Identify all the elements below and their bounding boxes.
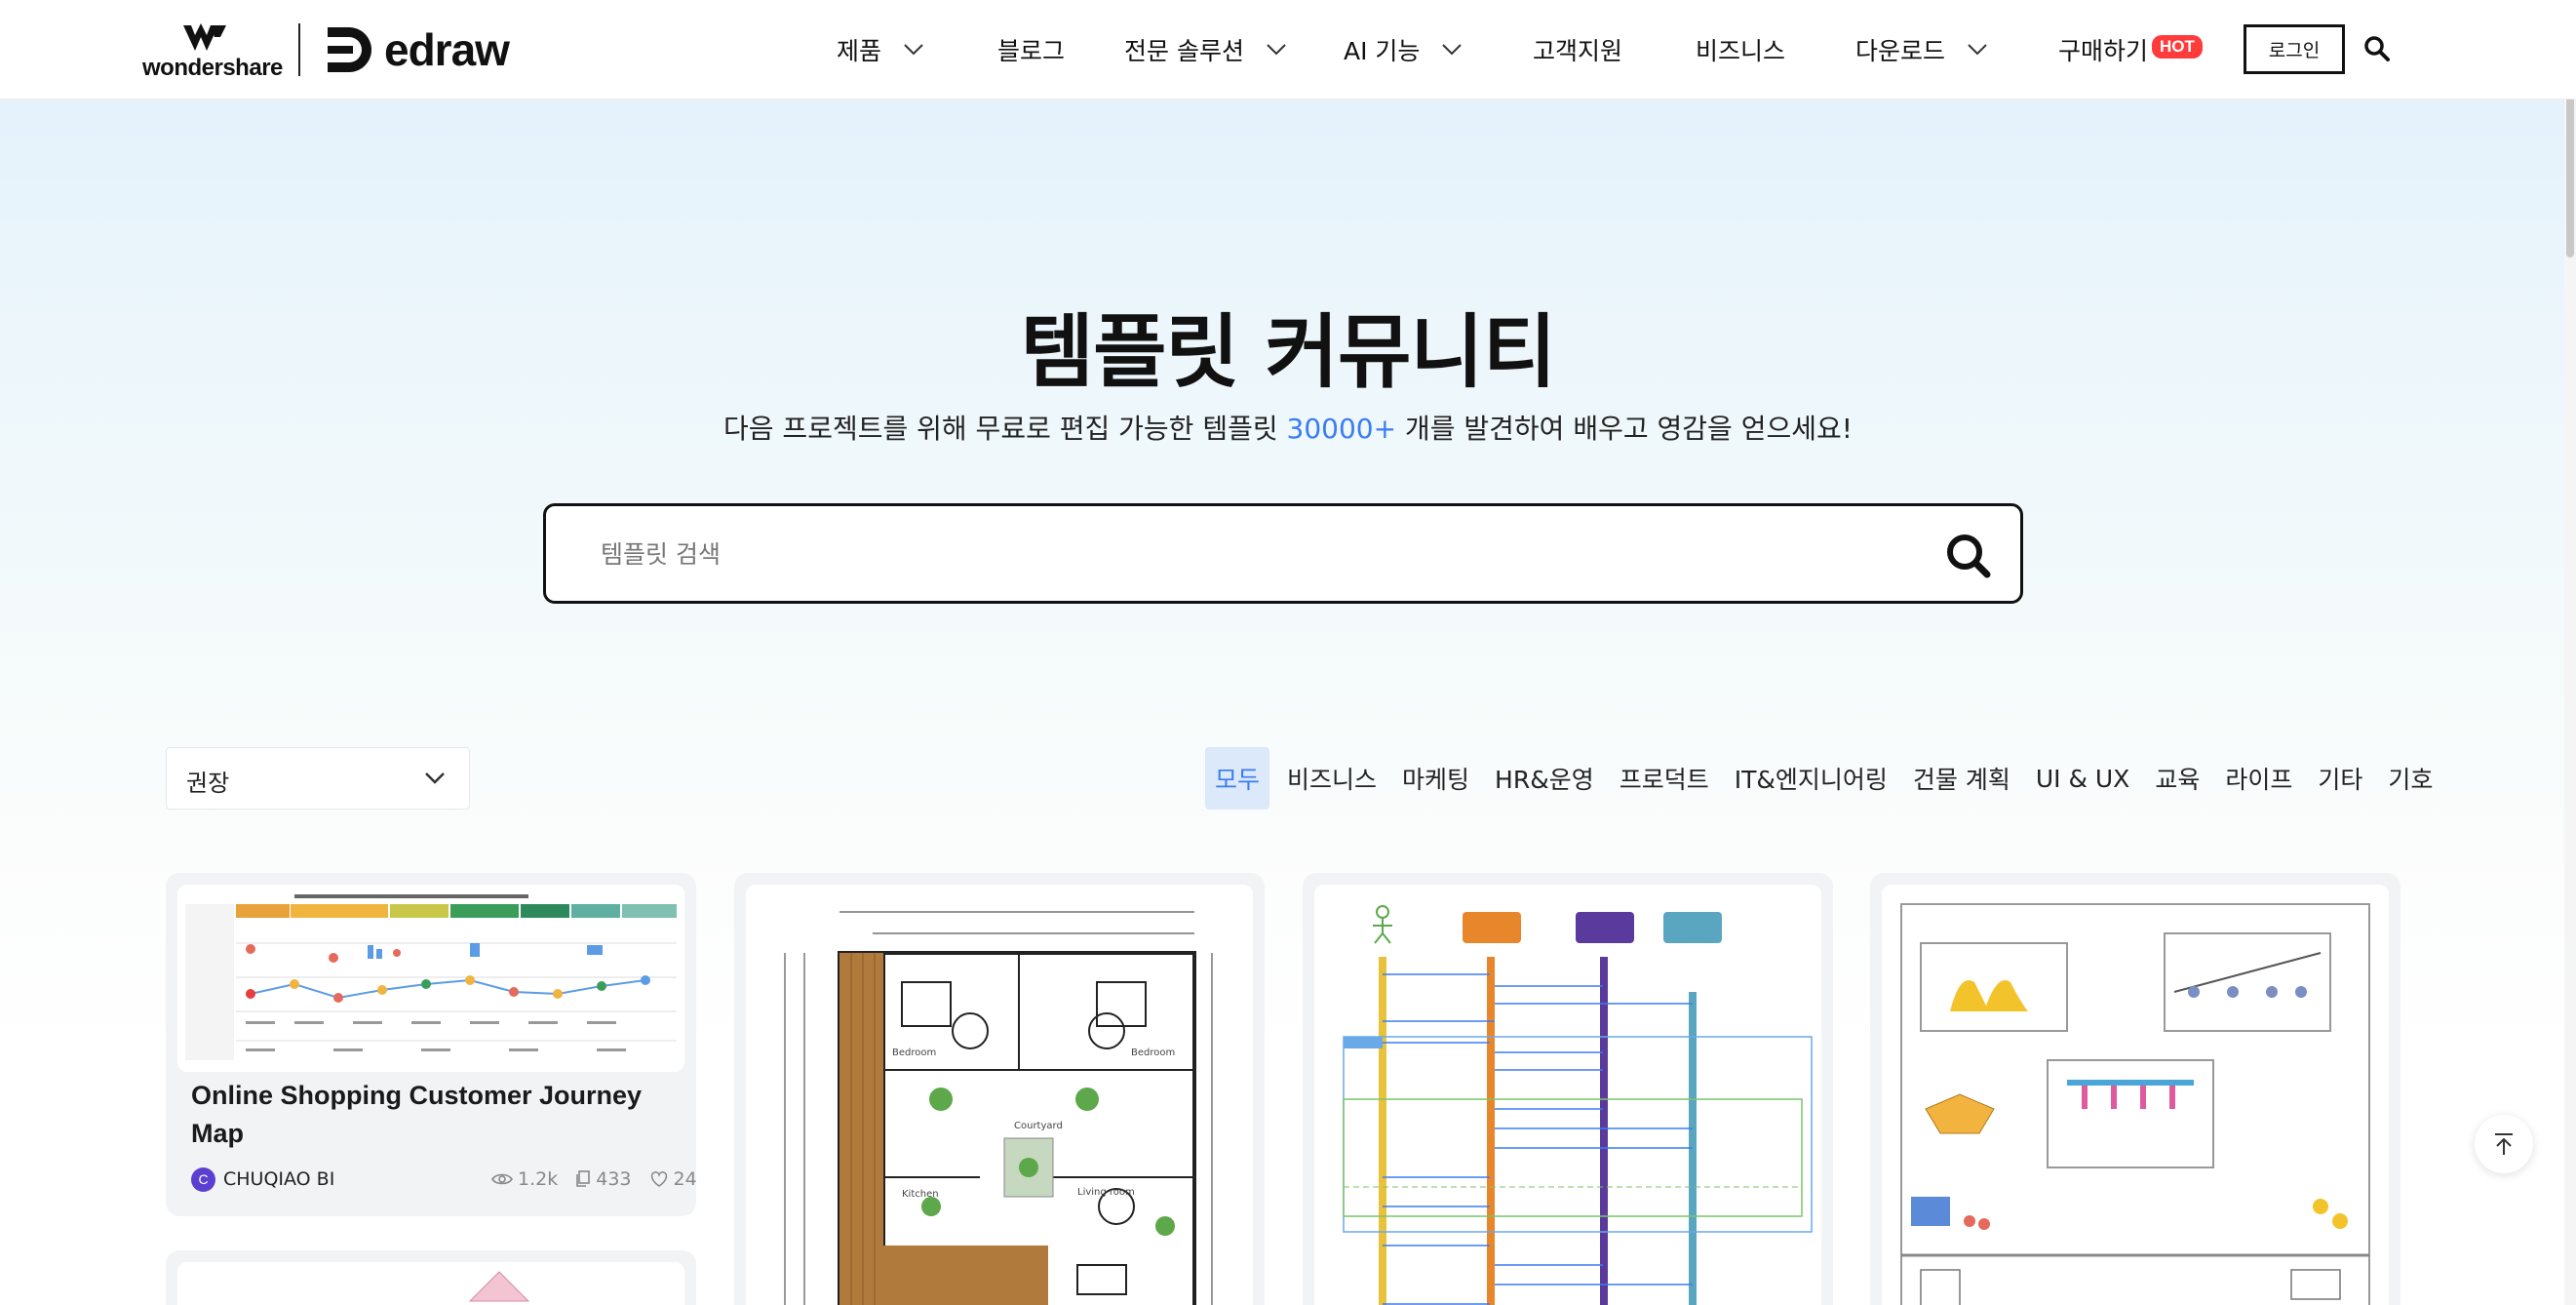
back-to-top-button[interactable] xyxy=(2475,1115,2533,1173)
template-thumbnail xyxy=(177,885,684,1072)
nav-label: AI 기능 xyxy=(1344,37,1421,65)
page-title: 템플릿 커뮤니티 xyxy=(1020,306,1557,399)
avatar: C xyxy=(191,1167,215,1192)
tab-hr-ops[interactable]: HR&운영 xyxy=(1487,751,1602,806)
subtitle-text: 다음 프로젝트를 위해 무료로 편집 가능한 템플릿 xyxy=(723,413,1287,445)
nav-label: 비즈니스 xyxy=(1696,37,1786,65)
sort-selected-value: 권장 xyxy=(186,770,230,797)
nav-support[interactable]: 고객지원 xyxy=(1533,31,1622,68)
arrow-up-icon xyxy=(2495,1133,2513,1155)
playground-plan-preview xyxy=(1882,885,2389,1305)
tab-life[interactable]: 라이프 xyxy=(2217,751,2300,806)
login-button[interactable]: 로그인 xyxy=(2244,24,2345,74)
template-search-box xyxy=(543,503,2023,604)
tab-marketing[interactable]: 마케팅 xyxy=(1394,751,1477,806)
views-stat: 1.2k xyxy=(491,1168,558,1190)
search-input[interactable] xyxy=(601,532,1868,576)
nav-products[interactable]: 제품 xyxy=(837,31,924,68)
tab-education[interactable]: 교육 xyxy=(2147,751,2207,806)
likes-stat: 24 xyxy=(649,1168,697,1190)
search-icon[interactable] xyxy=(2363,35,2391,62)
wondershare-logo-text: wondershare xyxy=(142,55,283,81)
template-card[interactable] xyxy=(1303,873,1833,1305)
svg-text:Bedroom: Bedroom xyxy=(1131,1048,1175,1058)
template-author[interactable]: C CHUQIAO BI xyxy=(191,1167,334,1192)
chevron-down-icon xyxy=(904,44,923,56)
copy-icon xyxy=(576,1170,591,1187)
nav-label: 블로그 xyxy=(997,37,1066,65)
template-thumbnail xyxy=(1314,885,1821,1305)
template-thumbnail xyxy=(177,1262,684,1305)
copies-count: 433 xyxy=(596,1168,632,1190)
chevron-down-icon xyxy=(1442,44,1463,56)
hero-subtitle: 다음 프로젝트를 위해 무료로 편집 가능한 템플릿 30000+ 개를 발견하… xyxy=(0,408,2576,447)
template-thumbnail xyxy=(1882,885,2389,1305)
nav-business[interactable]: 비즈니스 xyxy=(1696,31,1785,68)
nav-download[interactable]: 다운로드 xyxy=(1855,31,1988,68)
nav-label: 제품 xyxy=(837,37,882,65)
tab-it-engineering[interactable]: IT&엔지니어링 xyxy=(1727,751,1895,806)
svg-text:Living room: Living room xyxy=(1077,1187,1135,1198)
hot-badge: HOT xyxy=(2152,35,2203,59)
template-thumbnail: Bedroom Bedroom Courtyard Kitchen Living roo… xyxy=(746,885,1253,1305)
floor-plan-preview: Bedroom Bedroom Courtyard Kitchen Living roo… xyxy=(746,885,1253,1305)
nav-label: 다운로드 xyxy=(1855,37,1946,65)
template-card[interactable]: Online Shopping Customer Journey Map C C… xyxy=(166,873,696,1216)
edraw-mark-icon xyxy=(328,27,371,72)
nav-label: 고객지원 xyxy=(1533,37,1623,65)
template-preview xyxy=(177,1262,684,1305)
tab-product[interactable]: 프로덕트 xyxy=(1612,751,1717,806)
views-count: 1.2k xyxy=(518,1168,559,1190)
nav-ai-features[interactable]: AI 기능 xyxy=(1344,31,1463,68)
category-tabs: 모두 비즈니스 마케팅 HR&운영 프로덕트 IT&엔지니어링 건물 계획 UI… xyxy=(1205,747,2450,810)
template-card[interactable]: Bedroom Bedroom Courtyard Kitchen Living roo… xyxy=(734,873,1265,1305)
journey-map-preview xyxy=(177,885,684,1072)
search-icon[interactable] xyxy=(1944,532,1993,580)
subtitle-text: 개를 발견하여 배우고 영감을 얻으세요! xyxy=(1396,413,1853,445)
svg-text:Kitchen: Kitchen xyxy=(902,1189,939,1200)
tab-other[interactable]: 기타 xyxy=(2310,751,2370,806)
copies-stat: 433 xyxy=(575,1168,632,1190)
svg-text:Bedroom: Bedroom xyxy=(892,1048,936,1058)
sort-select[interactable]: 권장 xyxy=(166,747,470,810)
template-card[interactable] xyxy=(1870,873,2400,1305)
wondershare-mark-icon xyxy=(183,23,226,51)
wondershare-logo[interactable]: wondershare xyxy=(142,23,283,81)
nav-label: 구매하기 xyxy=(2058,37,2149,65)
page-scrollbar[interactable] xyxy=(2564,0,2576,1305)
edraw-logo[interactable]: edraw xyxy=(324,23,510,76)
edraw-logo-text: edraw xyxy=(384,24,510,75)
author-name: CHUQIAO BI xyxy=(223,1168,335,1190)
heart-icon xyxy=(650,1171,667,1187)
logo-divider xyxy=(298,23,300,76)
tab-ui-ux[interactable]: UI & UX xyxy=(2028,755,2137,803)
tab-symbols[interactable]: 기호 xyxy=(2380,751,2440,806)
chevron-down-icon xyxy=(1968,44,1987,56)
template-title[interactable]: Online Shopping Customer Journey Map xyxy=(191,1077,679,1153)
svg-text:Courtyard: Courtyard xyxy=(1014,1121,1063,1131)
tab-building-plan[interactable]: 건물 계획 xyxy=(1905,751,2018,806)
top-nav-bar: wondershare edraw 제품 블로그 전문 솔루션 AI 기능 고객… xyxy=(0,0,2576,99)
template-stats: 1.2k 433 24 xyxy=(474,1167,696,1192)
template-count: 30000+ xyxy=(1286,413,1397,445)
chevron-down-icon xyxy=(1267,44,1286,56)
likes-count: 24 xyxy=(673,1168,697,1190)
tab-business[interactable]: 비즈니스 xyxy=(1279,751,1385,806)
nav-blog[interactable]: 블로그 xyxy=(997,31,1065,68)
tab-all[interactable]: 모두 xyxy=(1205,747,1270,810)
eye-icon xyxy=(491,1173,513,1185)
chevron-down-icon xyxy=(425,772,445,784)
nav-solutions[interactable]: 전문 솔루션 xyxy=(1124,31,1287,68)
nav-label: 전문 솔루션 xyxy=(1124,37,1244,65)
template-card[interactable] xyxy=(166,1250,696,1305)
sequence-diagram-preview xyxy=(1314,885,1821,1305)
nav-buy[interactable]: 구매하기 HOT xyxy=(2058,31,2203,68)
